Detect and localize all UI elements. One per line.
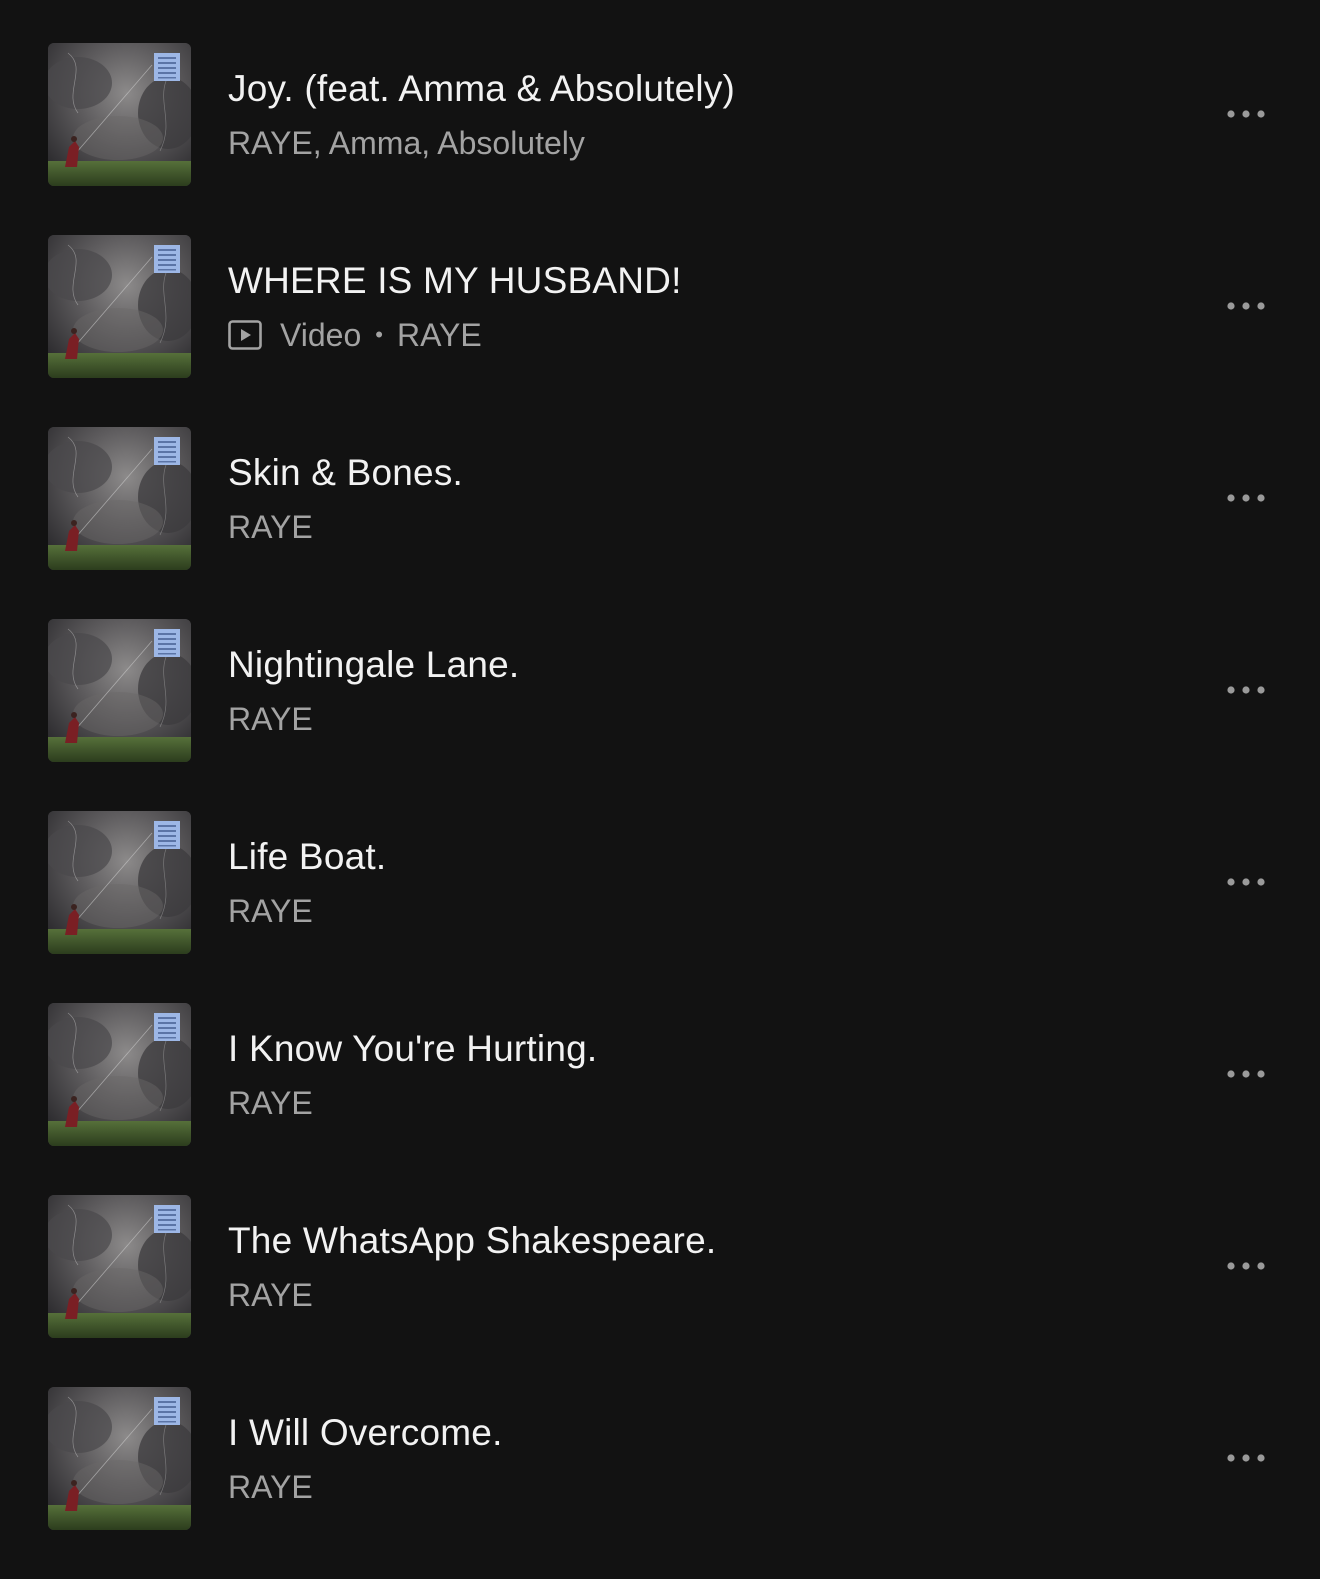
- track-row[interactable]: Nightingale Lane. RAYE: [0, 619, 1320, 811]
- track-list: Joy. (feat. Amma & Absolutely) RAYE, Amm…: [0, 0, 1320, 1570]
- track-row[interactable]: Skin & Bones. RAYE: [0, 427, 1320, 619]
- more-options-button[interactable]: [1222, 675, 1270, 705]
- track-row[interactable]: I Will Overcome. RAYE: [0, 1387, 1320, 1579]
- track-title: WHERE IS MY HUSBAND!: [228, 260, 682, 301]
- more-horizontal-icon: [1227, 1070, 1265, 1078]
- track-title: I Will Overcome.: [228, 1412, 503, 1453]
- track-title: Nightingale Lane.: [228, 644, 520, 685]
- track-artist: RAYE: [228, 1085, 313, 1121]
- more-horizontal-icon: [1227, 1262, 1265, 1270]
- more-horizontal-icon: [1227, 302, 1265, 310]
- track-artist: RAYE: [228, 1277, 313, 1313]
- track-row[interactable]: WHERE IS MY HUSBAND! Video • RAYE: [0, 235, 1320, 427]
- album-cover: [48, 1003, 191, 1146]
- track-title: The WhatsApp Shakespeare.: [228, 1220, 717, 1261]
- track-row[interactable]: Life Boat. RAYE: [0, 811, 1320, 1003]
- track-subtitle: RAYE: [228, 1467, 313, 1507]
- track-artist: RAYE: [228, 509, 313, 545]
- track-subtitle: RAYE: [228, 891, 313, 931]
- track-artist: RAYE: [396, 317, 482, 353]
- more-horizontal-icon: [1227, 494, 1265, 502]
- more-options-button[interactable]: [1222, 1251, 1270, 1281]
- more-options-button[interactable]: [1222, 867, 1270, 897]
- track-subtitle: RAYE: [228, 507, 313, 547]
- track-artist: RAYE: [228, 893, 313, 929]
- album-cover: [48, 427, 191, 570]
- more-options-button[interactable]: [1222, 99, 1270, 129]
- album-cover: [48, 1195, 191, 1338]
- track-title: Joy. (feat. Amma & Absolutely): [228, 68, 736, 109]
- separator-dot: •: [375, 322, 383, 347]
- more-options-button[interactable]: [1222, 483, 1270, 513]
- track-subtitle: RAYE: [228, 1083, 313, 1123]
- track-title: Skin & Bones.: [228, 452, 464, 493]
- album-cover: [48, 43, 191, 186]
- video-play-icon: [228, 320, 262, 350]
- track-row[interactable]: I Know You're Hurting. RAYE: [0, 1003, 1320, 1195]
- more-options-button[interactable]: [1222, 1443, 1270, 1473]
- more-horizontal-icon: [1227, 110, 1265, 118]
- album-cover: [48, 811, 191, 954]
- more-horizontal-icon: [1227, 1454, 1265, 1462]
- track-title: Life Boat.: [228, 836, 387, 877]
- track-subtitle: Video • RAYE: [228, 315, 482, 355]
- track-artist: RAYE: [228, 1469, 313, 1505]
- track-title: I Know You're Hurting.: [228, 1028, 598, 1069]
- more-options-button[interactable]: [1222, 1059, 1270, 1089]
- more-horizontal-icon: [1227, 878, 1265, 886]
- track-type-label: Video: [280, 317, 362, 353]
- track-row[interactable]: The WhatsApp Shakespeare. RAYE: [0, 1195, 1320, 1387]
- album-cover: [48, 235, 191, 378]
- track-subtitle: RAYE: [228, 699, 313, 739]
- album-cover: [48, 619, 191, 762]
- track-subtitle: RAYE: [228, 1275, 313, 1315]
- track-artist: RAYE: [228, 701, 313, 737]
- more-horizontal-icon: [1227, 686, 1265, 694]
- more-options-button[interactable]: [1222, 291, 1270, 321]
- track-row[interactable]: Joy. (feat. Amma & Absolutely) RAYE, Amm…: [0, 43, 1320, 235]
- track-artist: RAYE, Amma, Absolutely: [228, 125, 585, 161]
- track-subtitle: RAYE, Amma, Absolutely: [228, 123, 585, 163]
- album-cover: [48, 1387, 191, 1530]
